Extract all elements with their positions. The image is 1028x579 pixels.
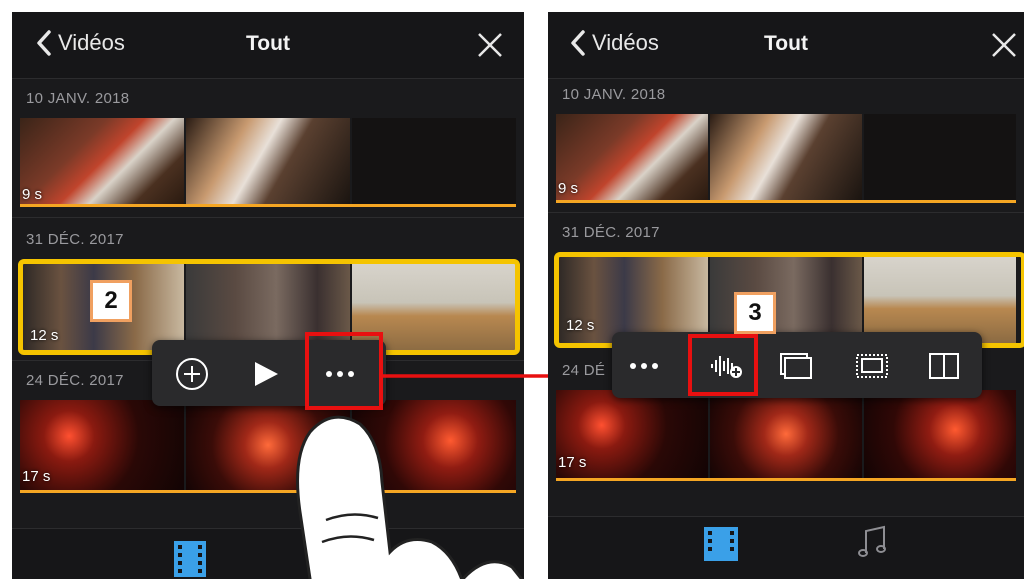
close-icon[interactable] bbox=[990, 31, 1018, 59]
clip-thumbnail bbox=[20, 118, 184, 204]
clip-thumbnail bbox=[710, 114, 862, 200]
close-icon[interactable] bbox=[476, 31, 504, 59]
page-title: Tout bbox=[246, 32, 290, 55]
music-note-icon[interactable] bbox=[858, 525, 888, 561]
fullscreen-button[interactable] bbox=[776, 346, 816, 386]
film-icon[interactable] bbox=[702, 525, 740, 565]
clip-thumbnail bbox=[352, 118, 516, 204]
section-date: 24 DÉ bbox=[562, 362, 606, 379]
video-clip[interactable] bbox=[20, 118, 516, 204]
nav-header: Vidéos Tout bbox=[548, 12, 1024, 79]
finger-illustration bbox=[296, 415, 524, 579]
nav-header: Vidéos Tout bbox=[12, 12, 524, 79]
section-date: 31 DÉC. 2017 bbox=[26, 231, 124, 248]
section-date: 10 JANV. 2018 bbox=[562, 86, 666, 103]
clip-duration: 9 s bbox=[22, 186, 43, 203]
clip-thumbnail bbox=[556, 114, 708, 200]
section-date: 24 DÉC. 2017 bbox=[26, 372, 124, 389]
clip-duration: 9 s bbox=[558, 180, 579, 197]
page-title: Tout bbox=[764, 32, 808, 55]
more-icon bbox=[630, 363, 658, 369]
film-icon[interactable] bbox=[172, 539, 208, 579]
clip-duration: 12 s bbox=[30, 327, 59, 344]
add-button[interactable] bbox=[172, 354, 212, 394]
add-circle-icon bbox=[176, 358, 208, 390]
play-button[interactable] bbox=[246, 354, 286, 394]
left-phone-screen: Vidéos Tout 10 JANV. 2018 9 s 31 DÉC. 20… bbox=[12, 12, 524, 579]
clip-thumbnail bbox=[710, 390, 862, 478]
cutaway-button[interactable] bbox=[852, 346, 892, 386]
clip-thumbnail bbox=[864, 390, 1016, 478]
clip-progress-line bbox=[556, 478, 1016, 481]
highlight-box bbox=[305, 332, 383, 410]
split-screen-button[interactable] bbox=[924, 346, 964, 386]
highlight-box bbox=[688, 334, 758, 396]
section-date: 10 JANV. 2018 bbox=[26, 90, 130, 107]
clip-thumbnail bbox=[186, 118, 350, 204]
clip-progress-line bbox=[556, 200, 1016, 203]
clip-duration: 17 s bbox=[558, 454, 587, 471]
clip-progress-line bbox=[20, 204, 516, 207]
clip-duration: 17 s bbox=[22, 468, 51, 485]
divider bbox=[548, 212, 1024, 213]
video-clip[interactable] bbox=[556, 114, 1016, 200]
play-icon bbox=[255, 362, 278, 386]
video-clip[interactable] bbox=[556, 390, 1016, 478]
step-number-badge: 2 bbox=[90, 280, 132, 322]
more-button[interactable] bbox=[624, 346, 664, 386]
split-screen-icon bbox=[929, 353, 959, 379]
clip-thumbnail bbox=[864, 114, 1016, 200]
bottom-tab-bar bbox=[548, 516, 1024, 579]
section-date: 31 DÉC. 2017 bbox=[562, 224, 660, 241]
fullscreen-frame-icon bbox=[780, 353, 812, 379]
divider bbox=[12, 217, 524, 218]
clip-duration: 12 s bbox=[566, 317, 595, 334]
right-phone-screen: Vidéos Tout 10 JANV. 2018 9 s 31 DÉC. 20… bbox=[548, 12, 1024, 579]
cutaway-icon bbox=[856, 354, 888, 378]
step-number-badge: 3 bbox=[734, 292, 776, 334]
clip-action-toolbar-expanded bbox=[612, 332, 982, 398]
